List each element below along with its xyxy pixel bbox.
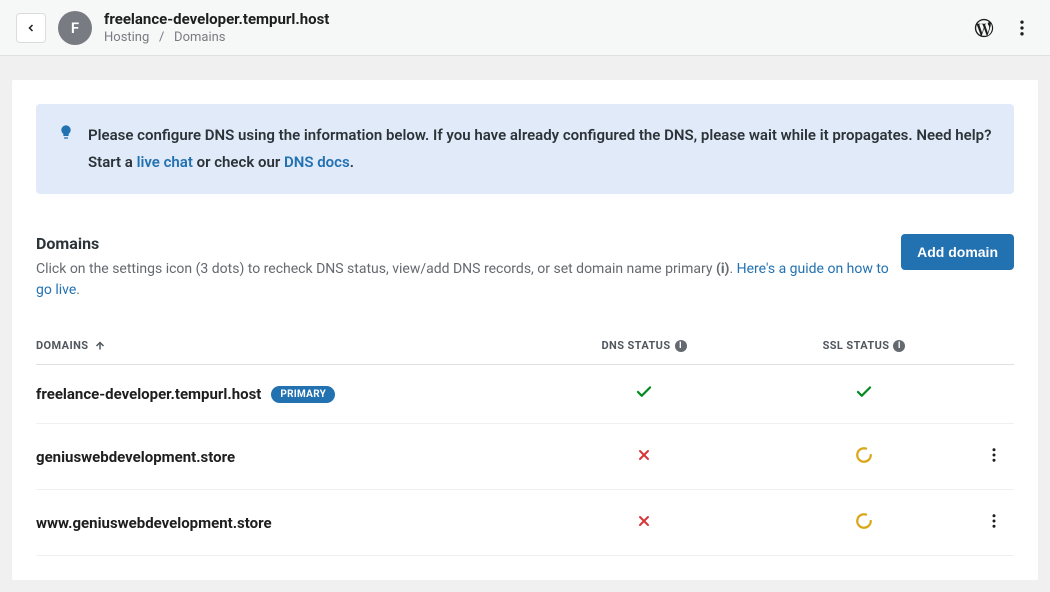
primary-badge: PRIMARY — [271, 386, 335, 403]
more-vertical-icon — [985, 512, 1003, 530]
ssl-status — [754, 512, 974, 534]
table-row: freelance-developer.tempurl.hostPRIMARY — [36, 365, 1014, 424]
row-actions — [974, 508, 1014, 537]
breadcrumb-hosting[interactable]: Hosting — [104, 30, 149, 45]
site-title: freelance-developer.tempurl.host — [104, 10, 960, 28]
table-header: DOMAINS DNS STATUS i SSL STATUS i — [36, 325, 1014, 365]
main-panel: Please configure DNS using the informati… — [12, 80, 1038, 580]
page-header: F freelance-developer.tempurl.host Hosti… — [0, 0, 1050, 56]
back-button[interactable] — [16, 13, 46, 43]
pending-icon — [855, 512, 873, 534]
ssl-status — [754, 383, 974, 405]
section-header: Domains Click on the settings icon (3 do… — [36, 234, 1014, 301]
row-actions-button[interactable] — [981, 442, 1007, 471]
more-vertical-icon — [985, 446, 1003, 464]
more-vertical-icon — [1012, 18, 1032, 38]
dns-docs-link[interactable]: DNS docs — [284, 153, 350, 171]
sort-asc-icon — [94, 340, 106, 352]
content-area: Please configure DNS using the informati… — [0, 56, 1050, 592]
cross-icon — [636, 514, 652, 533]
domain-name: geniuswebdevelopment.store — [36, 448, 534, 466]
dns-status — [534, 513, 754, 533]
info-icon[interactable]: i — [893, 340, 905, 352]
cross-icon — [636, 448, 652, 467]
col-header-ssl: SSL STATUS i — [754, 339, 974, 352]
add-domain-button[interactable]: Add domain — [901, 234, 1014, 270]
site-avatar: F — [58, 11, 92, 45]
col-header-domains[interactable]: DOMAINS — [36, 339, 534, 352]
table-row: geniuswebdevelopment.store — [36, 424, 1014, 490]
alert-text: Please configure DNS using the informati… — [88, 122, 992, 176]
domain-name: www.geniuswebdevelopment.store — [36, 514, 534, 532]
dns-status — [534, 447, 754, 467]
section-subtitle: Click on the settings icon (3 dots) to r… — [36, 259, 901, 301]
breadcrumb-current: Domains — [174, 30, 225, 45]
live-chat-link[interactable]: live chat — [137, 153, 193, 171]
breadcrumb: Hosting / Domains — [104, 30, 960, 45]
more-menu-button[interactable] — [1010, 16, 1034, 40]
col-header-dns: DNS STATUS i — [534, 339, 754, 352]
lightbulb-icon — [58, 124, 74, 144]
table-row: www.geniuswebdevelopment.store — [36, 490, 1014, 556]
ssl-status — [754, 446, 974, 468]
check-icon — [635, 386, 653, 405]
info-icon[interactable]: i — [675, 340, 687, 352]
wordpress-button[interactable] — [972, 16, 996, 40]
row-actions-button[interactable] — [981, 508, 1007, 537]
pending-icon — [855, 446, 873, 468]
check-icon — [855, 386, 873, 405]
title-block: freelance-developer.tempurl.host Hosting… — [104, 10, 960, 45]
section-title: Domains — [36, 234, 901, 253]
rows-container: freelance-developer.tempurl.hostPRIMARY g… — [36, 365, 1014, 556]
row-actions — [974, 442, 1014, 471]
wordpress-icon — [973, 17, 995, 39]
domain-name: freelance-developer.tempurl.hostPRIMARY — [36, 385, 534, 403]
chevron-left-icon — [25, 22, 37, 34]
header-actions — [972, 16, 1034, 40]
dns-status — [534, 383, 754, 405]
dns-alert: Please configure DNS using the informati… — [36, 104, 1014, 194]
